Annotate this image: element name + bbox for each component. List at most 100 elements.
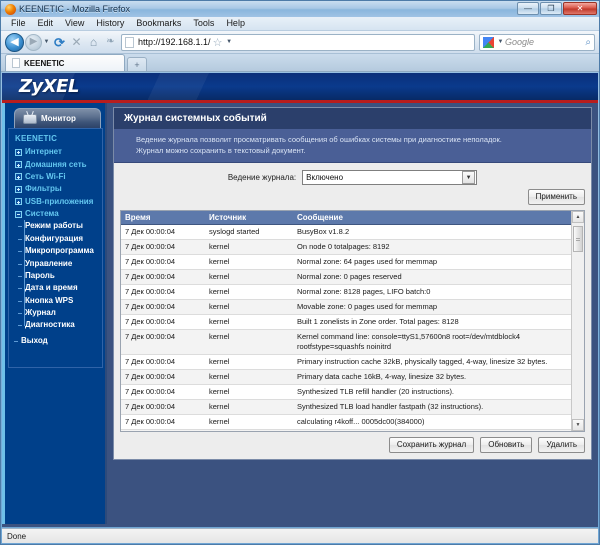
close-button[interactable]: ✕ [563,2,597,15]
table-row[interactable]: 7 Дек 00:00:04 kernel calculating r4koff..… [121,414,571,430]
log-cell-message: Primary instruction cache 32kB, physical… [293,354,571,370]
new-tab-button[interactable]: + [127,57,147,71]
expand-plus-icon[interactable] [15,161,22,169]
table-row[interactable]: 7 Дек 00:00:04 kernel Primary instruction … [121,354,571,370]
table-row[interactable]: 7 Дек 00:00:04 kernel Synthesized TLB refi… [121,384,571,400]
column-header-source[interactable]: Источник [205,211,293,225]
sidebar-item-usb-apps[interactable]: USB-приложения [9,196,102,208]
table-row[interactable]: 7 Дек 00:00:04 kernel Normal zone: 0 pages… [121,269,571,285]
table-row[interactable]: 7 Дек 00:00:04 kernel Built 1 zonelists in… [121,314,571,330]
menu-bookmarks[interactable]: Bookmarks [130,17,187,30]
apply-row: Применить [114,189,591,210]
save-log-button[interactable]: Сохранить журнал [388,437,475,453]
table-row[interactable]: 7 Дек 00:00:04 syslogd started BusyBox v1.… [121,224,571,240]
home-icon[interactable]: ⌂ [85,34,102,51]
menu-history[interactable]: History [90,17,130,30]
scroll-up-button[interactable]: ▲ [572,211,584,223]
table-row[interactable]: 7 Дек 00:00:04 kernel Normal zone: 8128 pa… [121,284,571,300]
log-cell-time: 7 Дек 00:00:04 [121,354,205,370]
search-input[interactable]: Google [505,37,585,47]
tab-keenetic[interactable]: KEENETIC [5,54,125,71]
expand-plus-icon[interactable] [15,198,22,206]
bookmark-star-icon[interactable]: ☆ [211,36,225,49]
column-header-message[interactable]: Сообщение [293,211,571,225]
expand-plus-icon[interactable] [15,173,22,181]
menu-view[interactable]: View [59,17,90,30]
expand-plus-icon[interactable] [15,148,22,156]
log-cell-source: kernel [205,299,293,315]
log-cell-time: 7 Дек 00:00:04 [121,384,205,400]
sidebar-item-management[interactable]: Управление [9,257,102,269]
refresh-button[interactable]: Обновить [480,437,533,453]
tab-favicon-icon [12,58,20,68]
log-table-scroll[interactable]: Время Источник Сообщение 7 Дек 00:00:04 s… [121,211,571,431]
menu-tools[interactable]: Tools [187,17,220,30]
firefox-icon [5,3,16,15]
sidebar-item-configuration[interactable]: Конфигурация [9,233,102,245]
reload-icon[interactable]: ⟳ [51,34,68,51]
history-dropdown-icon[interactable]: ▼ [42,39,51,45]
monitor-tab[interactable]: Монитор [14,108,101,128]
sidebar-item-system[interactable]: Система [9,208,102,220]
urlbar-dropdown-icon[interactable]: ▼ [225,39,234,45]
router-icon [23,113,37,124]
sidebar-item-label: Кнопка WPS [25,295,74,305]
sidebar-item-wifi[interactable]: Сеть Wi-Fi [9,171,102,183]
chevron-down-icon[interactable]: ▼ [462,171,476,184]
sidebar-item-label: Система [25,209,59,219]
maximize-button[interactable]: ❐ [540,2,562,15]
log-cell-message: calculating r4koff... 0005dc00(384000) [293,414,571,430]
collapse-minus-icon[interactable] [15,210,22,218]
search-icon[interactable]: ⌕ [585,37,591,48]
table-row[interactable]: 7 Дек 00:00:04 kernel On node 0 totalpages… [121,239,571,255]
zyxel-logo: ZyXEL [19,76,79,97]
forward-icon[interactable]: ▶ [25,33,42,51]
menu-file[interactable]: File [5,17,32,30]
table-row[interactable]: 7 Дек 00:00:04 kernel Normal zone: 64 page… [121,254,571,270]
menu-edit[interactable]: Edit [32,17,60,30]
scroll-down-button[interactable]: ▼ [572,419,584,431]
table-row[interactable]: 7 Дек 00:00:04 kernel Movable zone: 0 page… [121,299,571,315]
logging-select[interactable]: Включено ▼ [302,170,478,185]
url-text[interactable]: http://192.168.1.1/ [138,37,211,47]
sidebar-item-journal[interactable]: Журнал [9,307,102,319]
log-cell-message: Primary data cache 16kB, 4-way, linesize… [293,369,571,385]
log-cell-time: 7 Дек 00:00:04 [121,429,205,431]
table-row[interactable]: 7 Дек 00:00:04 kernel Primary data cache 1… [121,369,571,385]
log-cell-message: On node 0 totalpages: 8192 [293,239,571,255]
minimize-button[interactable]: — [517,2,539,15]
sidebar-item-date-time[interactable]: Дата и время [9,282,102,294]
sidebar-item-label: Диагностика [25,320,75,330]
search-bar[interactable]: ▼ Google ⌕ [479,33,595,51]
log-cell-message: Normal zone: 0 pages reserved [293,269,571,285]
log-cell-source: syslogd started [205,224,293,240]
table-row[interactable]: 7 Дек 00:00:04kernelCPU frequency 384.00… [121,429,571,431]
apply-button[interactable]: Применить [527,189,585,205]
back-icon[interactable]: ◀ [5,32,24,52]
column-header-time[interactable]: Время [121,211,205,225]
sidebar-item-password[interactable]: Пароль [9,270,102,282]
sidebar-item-wps-button[interactable]: Кнопка WPS [9,295,102,307]
table-row[interactable]: 7 Дек 00:00:04 kernel Kernel command line:… [121,329,571,355]
expand-plus-icon[interactable] [15,185,22,193]
table-row[interactable]: 7 Дек 00:00:04 kernel Synthesized TLB load… [121,399,571,415]
stop-icon[interactable]: ✕ [68,34,85,51]
search-engine-dropdown-icon[interactable]: ▼ [496,39,505,45]
sidebar-item-diagnostics[interactable]: Диагностика [9,319,102,331]
scrollbar-track[interactable] [572,223,584,419]
scrollbar-thumb[interactable] [573,226,583,252]
sidebar-item-logout[interactable]: Выход [9,335,102,347]
menu-help[interactable]: Help [220,17,251,30]
sidebar-item-operating-mode[interactable]: Режим работы [9,220,102,232]
sidebar-item-internet[interactable]: Интернет [9,146,102,158]
sidebar-item-firmware[interactable]: Микропрограмма [9,245,102,257]
sidebar-item-label: Интернет [25,147,62,157]
log-table-scrollbar[interactable]: ▲ ▼ [571,211,584,431]
sidebar-item-filters[interactable]: Фильтры [9,183,102,195]
log-actions: Сохранить журнал Обновить Удалить [114,432,591,459]
feed-icon[interactable]: ❧ [102,34,119,51]
url-bar[interactable]: http://192.168.1.1/ ☆ ▼ [121,33,475,51]
sidebar-nav: KEENETIC Интернет Домашняя сеть Сеть Wi-… [8,128,103,368]
sidebar-item-home-network[interactable]: Домашняя сеть [9,158,102,170]
delete-button[interactable]: Удалить [538,437,585,453]
